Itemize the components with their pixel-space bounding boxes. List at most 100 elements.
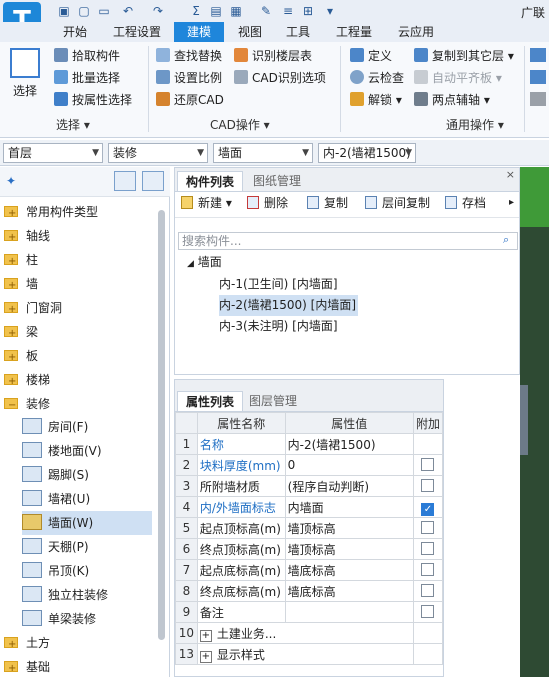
tree-item[interactable]: 楼梯 (4, 368, 50, 394)
tree-subitem-ceiling[interactable]: 天棚(P) (22, 535, 152, 559)
auto-align-slab-button[interactable]: 自动平齐板 ▾ (414, 68, 502, 88)
property-row[interactable]: 8 终点底标高(m) 墙底标高 (175, 580, 444, 602)
two-point-axis-button[interactable]: 两点辅轴 ▾ (414, 90, 490, 110)
more-icon[interactable]: ▸ (509, 192, 514, 214)
property-row[interactable]: 9 备注 (175, 601, 444, 623)
property-row[interactable]: 13 + 显示样式 (175, 643, 444, 665)
tree-subitem-wall-surface[interactable]: 墙面(W) (22, 511, 152, 535)
tab-quantity[interactable]: 工程量 (328, 22, 380, 42)
checkbox[interactable] (421, 458, 435, 471)
define-button[interactable]: 定义 (350, 46, 392, 66)
restore-cad-button[interactable]: 还原CAD (156, 90, 224, 110)
property-row[interactable]: 2 块料厚度(mm) 0 (175, 454, 444, 476)
property-value[interactable]: 内-2(墙裙1500) (284, 433, 414, 455)
property-row[interactable]: 7 起点底标高(m) 墙底标高 (175, 559, 444, 581)
unlock-button[interactable]: 解锁 ▾ (350, 90, 402, 110)
close-icon[interactable]: × (506, 168, 515, 181)
archive-button[interactable]: 存档 (445, 192, 486, 214)
tree-item[interactable]: 门窗洞 (4, 296, 62, 322)
component-item[interactable]: 内-3(未注明) [内墙面] (219, 316, 338, 337)
tree-item[interactable]: 常用构件类型 (4, 200, 98, 226)
cad-options-button[interactable]: CAD识别选项 (234, 68, 326, 88)
copy-between-floors-button[interactable]: 层间复制 (365, 192, 430, 214)
dropdown-icon[interactable]: ▾ (322, 3, 338, 19)
copy-button[interactable]: 复制 (307, 192, 348, 214)
pen-icon[interactable]: ✎ (258, 3, 274, 19)
tree-subitem-column-finish[interactable]: 独立柱装修 (22, 583, 152, 607)
expand-all-icon[interactable]: ✦ (6, 174, 16, 188)
category-select[interactable]: 装修 ▼ (108, 143, 208, 163)
tab-drawing-management[interactable]: 图纸管理 (245, 171, 309, 191)
table-icon[interactable]: ▤ (208, 3, 224, 19)
property-row[interactable]: 4 内/外墙面标志 内墙面 ✓ (175, 496, 444, 518)
delete-button[interactable]: 删除 (247, 192, 288, 214)
tab-project-settings[interactable]: 工程设置 (106, 22, 168, 42)
card-view-icon[interactable] (142, 171, 164, 191)
tree-root[interactable]: ◢ 墙面 (187, 252, 222, 273)
property-value[interactable]: 内墙面 (284, 496, 414, 518)
save-icon[interactable]: ▣ (56, 3, 72, 19)
report-icon[interactable]: ▦ (228, 3, 244, 19)
ribbon-overflow-icon[interactable] (530, 92, 546, 106)
set-scale-button[interactable]: 设置比例 (156, 68, 222, 88)
checkbox[interactable] (421, 521, 435, 534)
tree-subitem-dado[interactable]: 墙裙(U) (22, 487, 152, 511)
undo-icon[interactable]: ↶ (120, 3, 136, 19)
tree-subitem-floor[interactable]: 楼地面(V) (22, 439, 152, 463)
type-select[interactable]: 墙面 ▼ (213, 143, 313, 163)
checkbox[interactable] (421, 563, 435, 576)
copy-to-other-floor-button[interactable]: 复制到其它层 ▾ (414, 46, 514, 66)
redo-icon[interactable]: ↷ (150, 3, 166, 19)
tree-subitem-suspended-ceiling[interactable]: 吊顶(K) (22, 559, 152, 583)
scrollbar[interactable] (158, 210, 165, 640)
tree-subitem-beam-finish[interactable]: 单梁装修 (22, 607, 152, 631)
tree-item[interactable]: 梁 (4, 320, 38, 346)
sum-icon[interactable]: Σ (188, 3, 204, 19)
ruler-icon[interactable]: ≡ (280, 3, 296, 19)
tree-item[interactable]: 轴线 (4, 224, 50, 250)
ribbon-overflow-icon[interactable] (530, 48, 546, 62)
tree-item[interactable]: 基础 (4, 655, 50, 681)
tree-item-decoration[interactable]: 装修 (4, 392, 50, 418)
property-value[interactable]: (程序自动判断) (284, 475, 414, 497)
property-row[interactable]: 10 + 土建业务... (175, 622, 444, 644)
property-row[interactable]: 1 名称 内-2(墙裙1500) (175, 433, 444, 455)
tree-subitem-room[interactable]: 房间(F) (22, 415, 152, 439)
select-button[interactable]: 选择 (8, 48, 42, 108)
property-row[interactable]: 3 所附墙材质 (程序自动判断) (175, 475, 444, 497)
component-item[interactable]: 内-1(卫生间) [内墙面] (219, 274, 338, 295)
identify-floor-table-button[interactable]: 识别楼层表 (234, 46, 312, 66)
expand-icon[interactable]: + (199, 650, 212, 663)
property-row[interactable]: 6 终点顶标高(m) 墙顶标高 (175, 538, 444, 560)
checkbox[interactable] (421, 479, 435, 492)
open-icon[interactable]: ▢ (76, 3, 92, 19)
checkbox[interactable] (421, 542, 435, 555)
select-by-property-button[interactable]: 按属性选择 (54, 90, 132, 110)
search-input[interactable]: 搜索构件... (178, 232, 518, 250)
tree-item[interactable]: 土方 (4, 631, 50, 657)
folder-icon[interactable]: ▭ (96, 3, 112, 19)
property-value[interactable]: 墙顶标高 (284, 538, 414, 560)
list-view-icon[interactable] (114, 171, 136, 191)
property-row[interactable]: 5 起点顶标高(m) 墙顶标高 (175, 517, 444, 539)
checkbox[interactable] (421, 605, 435, 618)
expand-icon[interactable]: + (199, 629, 212, 642)
component-select[interactable]: 内-2(墙裙1500) ▼ (318, 143, 416, 163)
tab-component-list[interactable]: 构件列表 (177, 171, 244, 191)
property-value[interactable]: 墙顶标高 (284, 517, 414, 539)
find-replace-button[interactable]: 查找替换 (156, 46, 222, 66)
checkbox[interactable]: ✓ (421, 502, 435, 516)
property-value[interactable]: 墙底标高 (284, 580, 414, 602)
tab-property-list[interactable]: 属性列表 (177, 391, 244, 411)
tab-layer-management[interactable]: 图层管理 (241, 391, 305, 411)
property-value[interactable] (284, 601, 414, 623)
tab-tools[interactable]: 工具 (278, 22, 318, 42)
tree-item[interactable]: 墙 (4, 272, 38, 298)
tree-item[interactable]: 柱 (4, 248, 38, 274)
property-value[interactable]: 墙底标高 (284, 559, 414, 581)
ribbon-overflow-icon[interactable] (530, 70, 546, 84)
tab-view[interactable]: 视图 (230, 22, 270, 42)
tab-modeling[interactable]: 建模 (174, 22, 224, 42)
grid-icon[interactable]: ⊞ (300, 3, 316, 19)
tab-start[interactable]: 开始 (52, 22, 98, 42)
